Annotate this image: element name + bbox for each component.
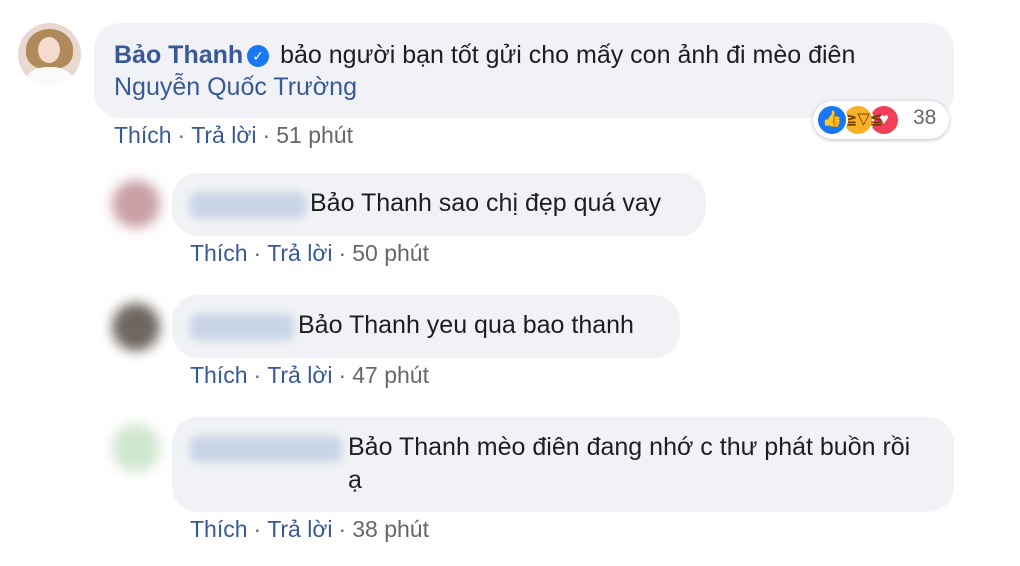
separator: · bbox=[253, 240, 262, 266]
separator: · bbox=[177, 122, 186, 148]
like-link[interactable]: Thích bbox=[190, 516, 248, 542]
reply-link[interactable]: Trả lời bbox=[191, 122, 256, 148]
reaction-summary[interactable]: 👍 ≧▽≦ ♥ 38 bbox=[813, 101, 949, 139]
avatar[interactable] bbox=[112, 424, 160, 472]
timestamp[interactable]: 38 phút bbox=[352, 516, 429, 542]
mention-link[interactable]: Nguyễn Quốc Trường bbox=[114, 73, 357, 101]
reply-actions: Thích · Trả lời · 38 phút bbox=[190, 516, 429, 543]
reply-text: Bảo Thanh yeu qua bao thanh bbox=[298, 311, 634, 339]
reply-bubble: Bảo Thanh yeu qua bao thanh bbox=[172, 295, 680, 358]
comment-text: Bảo Thanh ✓ bảo người bạn tốt gửi cho mấy… bbox=[114, 39, 934, 103]
timestamp[interactable]: 51 phút bbox=[276, 122, 353, 148]
like-icon: 👍 bbox=[816, 104, 848, 136]
comment-actions: Thích · Trả lời · 51 phút bbox=[114, 122, 353, 149]
author-name[interactable]: Bảo Thanh bbox=[114, 41, 243, 69]
reply-actions: Thích · Trả lời · 50 phút bbox=[190, 240, 429, 267]
separator: · bbox=[253, 516, 262, 542]
reply-link[interactable]: Trả lời bbox=[267, 362, 332, 388]
avatar[interactable] bbox=[18, 23, 81, 86]
like-link[interactable]: Thích bbox=[190, 362, 248, 388]
reaction-count: 38 bbox=[913, 106, 937, 129]
reply-actions: Thích · Trả lời · 47 phút bbox=[190, 362, 429, 389]
timestamp[interactable]: 50 phút bbox=[352, 240, 429, 266]
comment-body: bảo người bạn tốt gửi cho mấy con ảnh đi… bbox=[280, 41, 856, 69]
separator: · bbox=[338, 362, 347, 388]
separator: · bbox=[262, 122, 271, 148]
reply-text: Bảo Thanh mèo điên đang nhớ c thư phát b… bbox=[348, 433, 911, 494]
like-link[interactable]: Thích bbox=[190, 240, 248, 266]
reply-bubble: Bảo Thanh sao chị đẹp quá vay bbox=[172, 173, 706, 236]
avatar[interactable] bbox=[112, 180, 160, 228]
verified-badge-icon: ✓ bbox=[247, 45, 270, 67]
blurred-author-name bbox=[190, 192, 306, 218]
blurred-author-name bbox=[190, 314, 294, 340]
reply-link[interactable]: Trả lời bbox=[267, 240, 332, 266]
avatar[interactable] bbox=[112, 303, 160, 351]
separator: · bbox=[338, 240, 347, 266]
reply-bubble: Bảo Thanh mèo điên đang nhớ c thư phát b… bbox=[172, 417, 954, 512]
like-link[interactable]: Thích bbox=[114, 122, 172, 148]
separator: · bbox=[338, 516, 347, 542]
avatar-face bbox=[38, 37, 60, 63]
reply-text: Bảo Thanh sao chị đẹp quá vay bbox=[310, 189, 662, 217]
blurred-author-name bbox=[190, 436, 342, 462]
timestamp[interactable]: 47 phút bbox=[352, 362, 429, 388]
separator: · bbox=[253, 362, 262, 388]
reply-link[interactable]: Trả lời bbox=[267, 516, 332, 542]
avatar-body bbox=[26, 67, 73, 86]
